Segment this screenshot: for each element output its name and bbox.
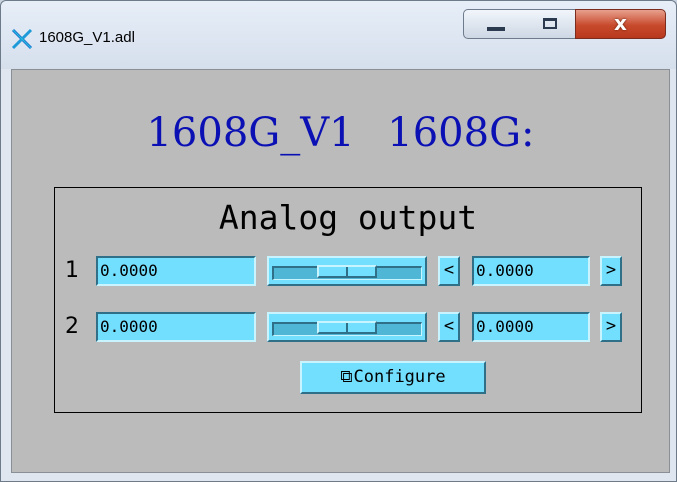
output-value-field-2[interactable]: 0.0000: [96, 312, 256, 342]
maximize-icon: [543, 18, 557, 29]
slider-thumb[interactable]: [317, 321, 377, 334]
close-button[interactable]: x: [575, 9, 666, 39]
app-window: 1608G_V1.adl x 1608G_V1 1608G: Analog ou…: [0, 0, 677, 482]
thumb-notch: [346, 323, 348, 332]
decrement-button-1[interactable]: <: [438, 256, 460, 286]
medm-display: 1608G_V1 1608G: Analog output 1 0.0000 <…: [11, 69, 670, 473]
increment-button-2[interactable]: >: [600, 312, 622, 342]
output-value-field-1[interactable]: 0.0000: [96, 256, 256, 286]
medm-x-icon: [11, 28, 33, 50]
decrement-button-2[interactable]: <: [438, 312, 460, 342]
title-bar[interactable]: 1608G_V1.adl x: [1, 1, 676, 69]
minimize-icon: [487, 27, 505, 31]
output-slider-1[interactable]: [267, 256, 427, 286]
row-label-1: 1: [65, 258, 79, 283]
minimize-button[interactable]: [463, 9, 527, 39]
analog-output-panel: Analog output 1 0.0000 < 0.0000 > 2 0.00…: [54, 187, 642, 413]
configure-label: Configure: [353, 367, 446, 387]
output-slider-2[interactable]: [267, 312, 427, 342]
thumb-notch: [346, 267, 348, 276]
panel-title: Analog output: [218, 198, 478, 237]
tweak-value-field-2[interactable]: 0.0000: [472, 312, 590, 342]
slider-thumb[interactable]: [317, 265, 377, 278]
close-icon: x: [614, 11, 627, 35]
related-display-icon: ⧉: [340, 367, 353, 387]
configure-button[interactable]: ⧉Configure: [300, 361, 486, 394]
maximize-button[interactable]: [526, 9, 576, 39]
window-title: 1608G_V1.adl: [39, 29, 135, 46]
tweak-value-field-1[interactable]: 0.0000: [472, 256, 590, 286]
row-label-2: 2: [65, 314, 79, 339]
increment-button-1[interactable]: >: [600, 256, 622, 286]
display-title: 1608G_V1 1608G:: [146, 110, 535, 156]
